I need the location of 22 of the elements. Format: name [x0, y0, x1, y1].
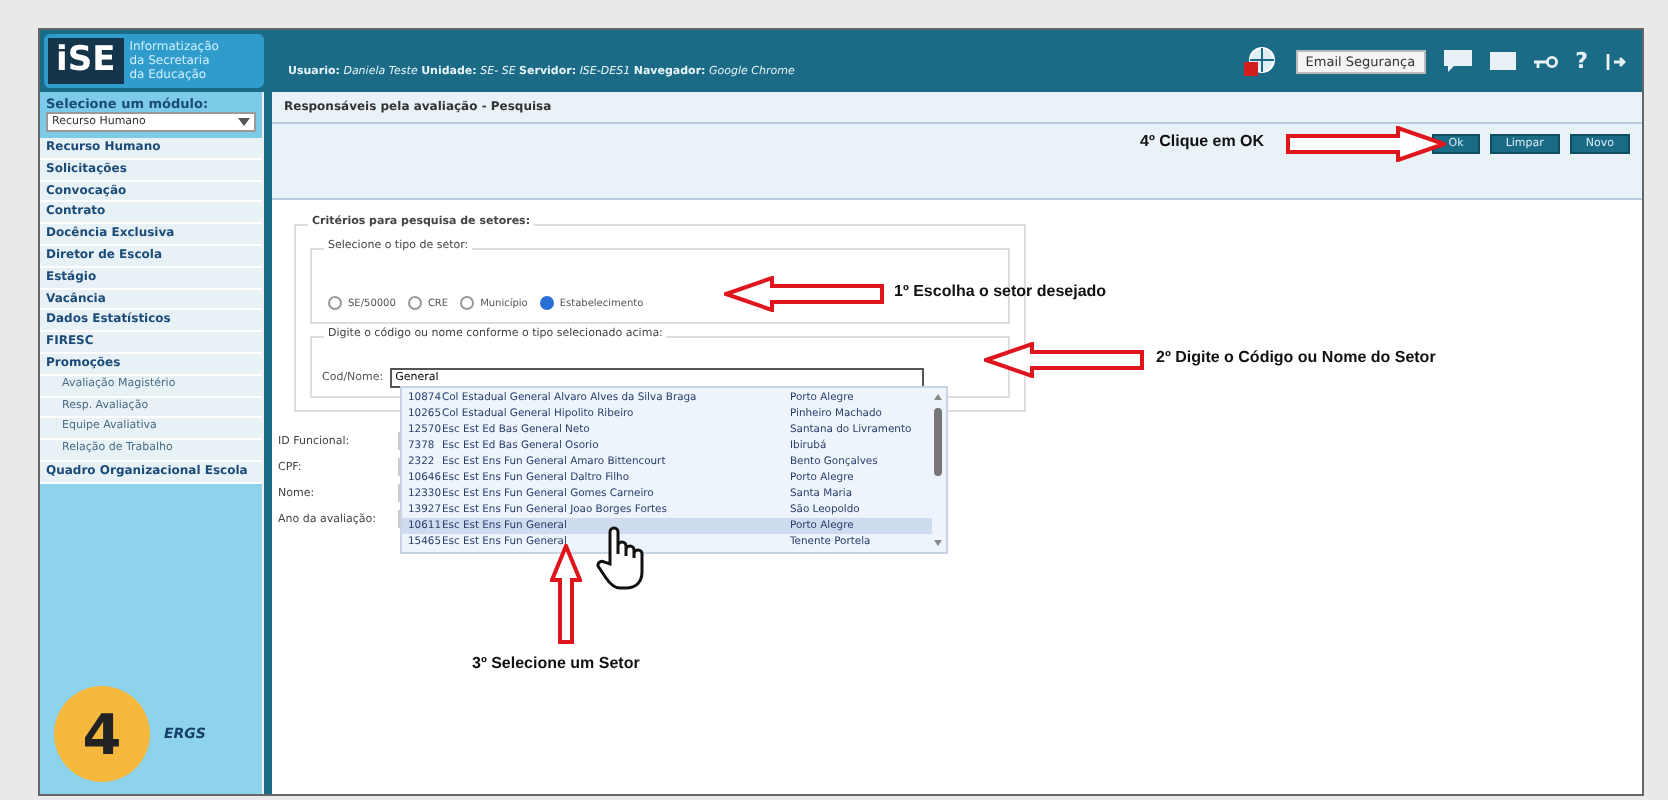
annotation-text: 2º Digite o Código ou Nome do Setor: [1156, 348, 1436, 366]
globe-icon[interactable]: [1241, 45, 1278, 77]
annotation-text: 3º Selecione um Setor: [472, 654, 640, 672]
arrow-icon: [724, 276, 884, 312]
help-link[interactable]: ?: [1575, 48, 1588, 74]
caret-icon: [238, 118, 250, 126]
exit-icon[interactable]: [1606, 51, 1626, 71]
arrow-icon: [550, 544, 582, 644]
collapse-handle[interactable]: [262, 92, 272, 794]
radio-button[interactable]: [539, 296, 554, 310]
radio-button[interactable]: [328, 296, 342, 310]
radio-button[interactable]: [407, 296, 422, 310]
annotation-text: 4º Clique em OK: [1140, 132, 1265, 150]
mail-icon[interactable]: [1489, 52, 1516, 70]
chat-icon[interactable]: [1443, 50, 1472, 72]
annotation-text: 1º Escolha o setor desejado: [894, 282, 1107, 300]
arrow-icon: [1286, 126, 1446, 162]
scrollbar[interactable]: [932, 390, 944, 550]
arrow-icon: [984, 342, 1144, 378]
key-icon[interactable]: [1533, 55, 1558, 67]
logo-text: iSE: [48, 38, 124, 84]
radio-button[interactable]: [460, 296, 475, 310]
